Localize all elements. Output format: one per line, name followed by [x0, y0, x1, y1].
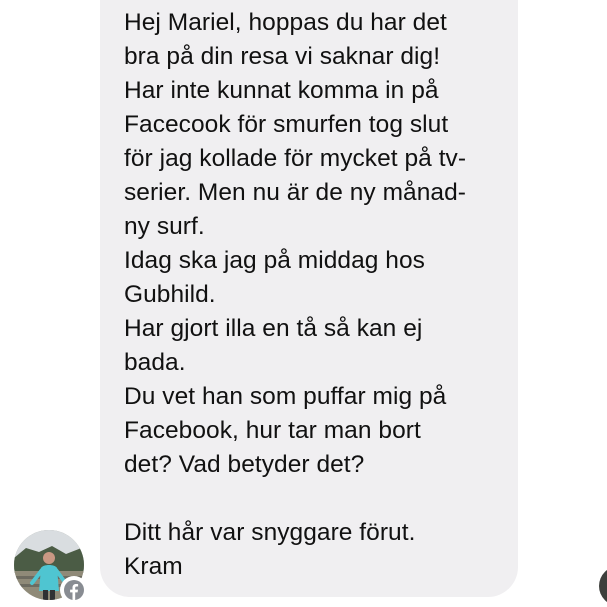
- message-line: Gubhild.: [124, 281, 216, 308]
- message-line: Facebook, hur tar man bort: [124, 417, 421, 444]
- message-line: bra på din resa vi saknar dig!: [124, 43, 441, 70]
- message-line: det? Vad betyder det?: [124, 451, 365, 478]
- other-avatar-edge: [599, 566, 607, 606]
- message-line-blank: [124, 482, 509, 516]
- message-line: för jag kollade för mycket på tv-: [124, 145, 467, 172]
- message-line: ny surf.: [124, 213, 205, 240]
- message-line: Har gjort illa en tå så kan ej: [124, 315, 423, 342]
- message-line: Har inte kunnat komma in på: [124, 77, 439, 104]
- message-line: Idag ska jag på middag hos: [124, 247, 425, 274]
- facebook-icon: [64, 580, 84, 600]
- message-line: Hej Mariel, hoppas du har det: [124, 9, 447, 36]
- message-line: Facecook för smurfen tog slut: [124, 111, 449, 138]
- message-line: serier. Men nu är de ny månad-: [124, 179, 466, 206]
- message-text: Hej Mariel, hoppas du har det bra på din…: [124, 6, 509, 584]
- message-line: bada.: [124, 349, 186, 376]
- facebook-badge: [60, 576, 88, 604]
- message-line: Kram: [124, 553, 183, 580]
- message-line: Du vet han som puffar mig på: [124, 383, 447, 410]
- messenger-conversation: Hej Mariel, hoppas du har det bra på din…: [0, 0, 607, 607]
- message-line: Ditt hår var snyggare förut.: [124, 519, 416, 546]
